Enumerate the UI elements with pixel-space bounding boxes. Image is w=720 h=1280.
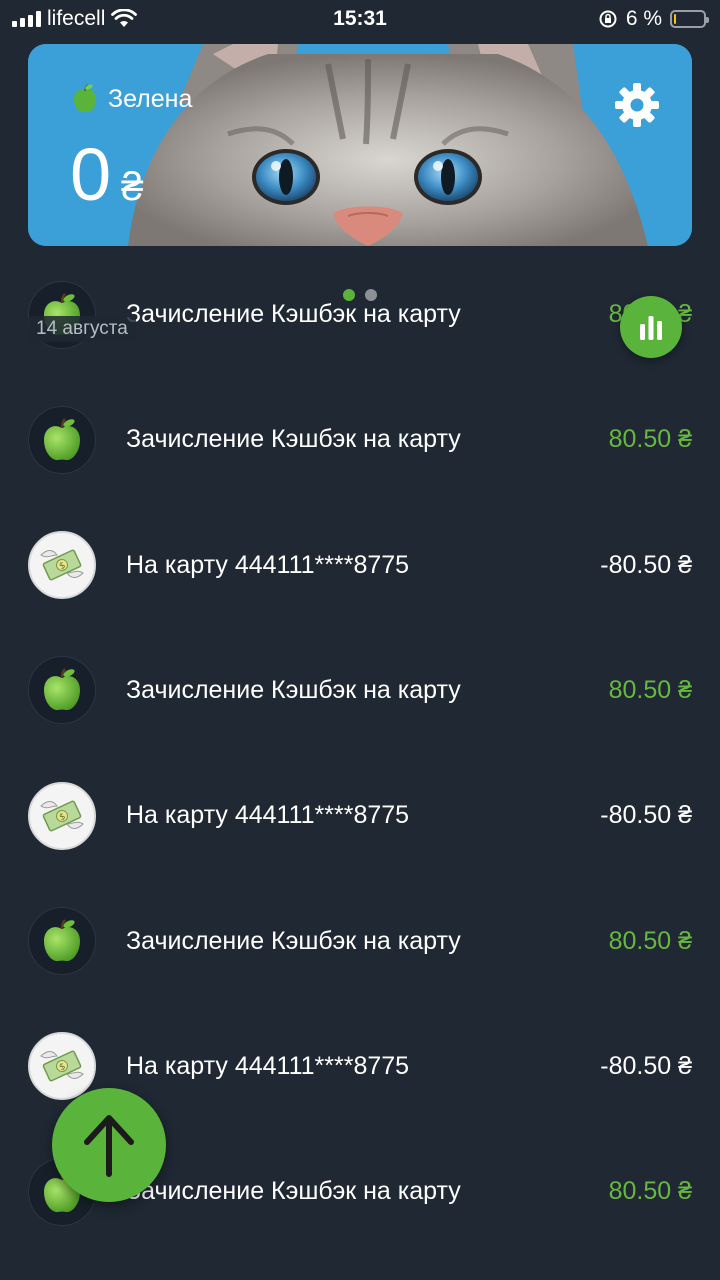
bar-chart-icon — [640, 316, 662, 340]
transaction-title: На карту 444111****8775 — [126, 550, 410, 579]
apple-icon — [44, 919, 80, 962]
transaction-row[interactable]: Зачисление Кэшбэк на карту 80.50 ₴ — [0, 628, 720, 753]
apple-icon — [44, 668, 80, 711]
transaction-title: На карту 444111****8775 — [126, 1051, 410, 1080]
status-bar: lifecell 15:31 6 % — [0, 0, 720, 38]
transaction-title: Зачисление Кэшбэк на карту — [126, 926, 461, 955]
transaction-title: На карту 444111****8775 — [126, 801, 410, 830]
account-card[interactable]: Зелена 0 ₴ — [28, 44, 692, 246]
transaction-avatar: $ — [28, 531, 96, 600]
wifi-icon — [111, 9, 138, 27]
pager-dot[interactable] — [365, 289, 377, 301]
stats-button[interactable] — [620, 296, 682, 358]
money-with-wings-icon: $ — [40, 800, 84, 832]
balance-amount: 0 — [70, 133, 112, 216]
card-title: Зелена — [72, 84, 192, 114]
status-left: lifecell — [12, 7, 138, 31]
date-header: 14 августа — [28, 316, 136, 342]
pager-dot[interactable] — [343, 289, 355, 301]
apple-icon — [44, 417, 80, 460]
money-with-wings-icon: $ — [40, 1050, 84, 1082]
transaction-avatar: $ — [28, 1032, 96, 1101]
card-name: Зелена — [108, 84, 193, 113]
transaction-title: Зачисление Кэшбэк на карту — [126, 425, 461, 454]
transaction-title: Зачисление Кэшбэк на карту — [126, 1177, 461, 1206]
transaction-title: Зачисление Кэшбэк на карту — [126, 675, 461, 704]
battery-percent: 6 % — [625, 7, 662, 30]
orientation-lock-icon — [599, 10, 617, 28]
transaction-row[interactable]: $ На карту 444111****8775 -80.50 ₴ — [0, 503, 720, 628]
transaction-row[interactable]: Зачисление Кэшбэк на карту 80.50 ₴ — [0, 879, 720, 1004]
battery-icon — [670, 10, 709, 28]
transaction-avatar — [28, 907, 96, 975]
money-with-wings-icon: $ — [40, 549, 84, 581]
transaction-title: Зачисление Кэшбэк на карту — [126, 300, 461, 328]
transaction-amount: -80.50 ₴ — [600, 1051, 692, 1080]
transaction-row[interactable]: Зачисление Кэшбэк на карту 80.50 ₴ — [0, 377, 720, 502]
transaction-avatar: $ — [28, 781, 96, 850]
carrier-name: lifecell — [47, 7, 106, 30]
transaction-amount: -80.50 ₴ — [600, 550, 692, 579]
transaction-amount: 80.50 ₴ — [608, 425, 692, 454]
transaction-row[interactable]: $ На карту 444111****8775 -80.50 ₴ — [0, 753, 720, 878]
card-balance: 0 ₴ — [70, 132, 143, 217]
apple-icon — [74, 84, 96, 113]
balance-currency: ₴ — [121, 165, 144, 209]
transaction-avatar — [28, 405, 96, 474]
settings-button[interactable] — [612, 80, 662, 130]
gear-icon — [615, 83, 659, 127]
transaction-avatar — [28, 656, 96, 725]
transaction-amount: -80.50 ₴ — [600, 801, 692, 830]
send-money-button[interactable] — [52, 1088, 166, 1202]
status-right: 6 % — [598, 7, 709, 31]
transaction-amount: 80.50 ₴ — [608, 675, 692, 704]
transaction-amount: 80.50 ₴ — [608, 926, 692, 955]
transaction-row[interactable]: Зачисление Кэшбэк на карту80.50 ₴ — [0, 252, 720, 377]
arrow-up-icon — [84, 1115, 134, 1177]
signal-icon — [12, 11, 41, 27]
battery-level — [674, 14, 676, 24]
transaction-amount: 80.50 ₴ — [608, 1177, 692, 1206]
card-pager[interactable] — [0, 289, 720, 301]
